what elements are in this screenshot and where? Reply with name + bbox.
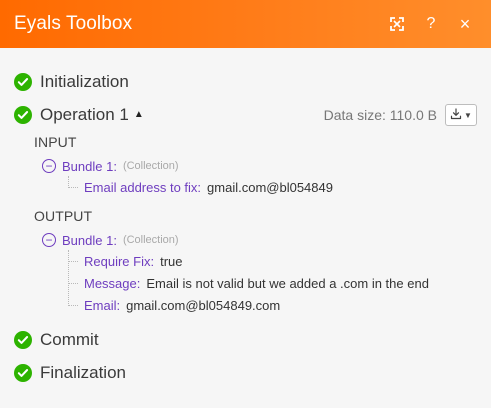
step-label: Initialization: [40, 72, 129, 91]
field-value: gmail.com@bl054849: [207, 179, 333, 195]
bundle-type: (Collection): [122, 234, 179, 246]
field-key: Email:: [84, 297, 121, 313]
minus-circle-icon[interactable]: −: [42, 159, 56, 173]
remaining-steps: Commit Finalization: [14, 326, 477, 387]
panel-title: Eyals Toolbox: [14, 13, 133, 34]
download-icon: [450, 107, 462, 123]
expand-icon[interactable]: [387, 14, 407, 34]
step-initialization: Initialization: [14, 68, 477, 96]
field-value: gmail.com@bl054849.com: [126, 297, 281, 313]
output-bundle: − Bundle 1: (Collection) Require Fix: tr…: [42, 230, 477, 316]
step-finalization: Finalization: [14, 359, 477, 387]
output-heading: OUTPUT: [34, 208, 93, 224]
minus-circle-icon[interactable]: −: [42, 233, 56, 247]
panel-header: Eyals Toolbox ? ×: [0, 0, 491, 48]
field-value: Email is not valid but we added a .com i…: [146, 275, 429, 291]
collapse-operation-icon[interactable]: ▲: [134, 109, 144, 120]
data-size: Data size: 110.0 B: [323, 107, 437, 123]
input-heading: INPUT: [34, 134, 77, 150]
download-button[interactable]: ▼: [445, 104, 477, 126]
field-key: Email address to fix:: [84, 179, 202, 195]
chevron-down-icon: ▼: [464, 110, 472, 120]
output-field-row: Require Fix: true: [68, 250, 477, 272]
field-value: true: [160, 253, 183, 269]
operation-row: Operation 1 ▲ Data size: 110.0 B ▼: [14, 101, 477, 129]
bundle-label: Bundle 1:: [62, 232, 117, 248]
check-circle-icon: [14, 331, 32, 349]
bundle-fields: Email address to fix: gmail.com@bl054849: [68, 176, 477, 198]
help-icon[interactable]: ?: [421, 14, 441, 34]
input-field-row: Email address to fix: gmail.com@bl054849: [68, 176, 477, 198]
check-circle-icon: [14, 364, 32, 382]
field-key: Message:: [84, 275, 141, 291]
operation-meta: Data size: 110.0 B ▼: [324, 104, 477, 126]
bundle-header: − Bundle 1: (Collection): [42, 156, 477, 176]
operation-title-group: Operation 1 ▲: [14, 105, 144, 125]
header-actions: ? ×: [387, 14, 475, 34]
bundle-label: Bundle 1:: [62, 158, 117, 174]
bundle-header: − Bundle 1: (Collection): [42, 230, 477, 250]
output-field-row: Email: gmail.com@bl054849.com: [68, 294, 477, 316]
step-label: Commit: [40, 330, 99, 349]
close-icon[interactable]: ×: [455, 14, 475, 34]
input-bundle: − Bundle 1: (Collection) Email address t…: [42, 156, 477, 198]
check-circle-icon: [14, 73, 32, 91]
output-field-row: Message: Email is not valid but we added…: [68, 272, 477, 294]
check-circle-icon: [14, 106, 32, 124]
step-label: Finalization: [40, 363, 126, 382]
operations-content: Initialization Operation 1 ▲ Data size: …: [0, 48, 491, 387]
bundle-fields: Require Fix: true Message: Email is not …: [68, 250, 477, 316]
toolbox-panel: Eyals Toolbox ? × Initialization Operati…: [0, 0, 491, 408]
step-commit: Commit: [14, 326, 477, 354]
bundle-type: (Collection): [122, 160, 179, 172]
operation-label: Operation 1: [40, 105, 129, 124]
field-key: Require Fix:: [84, 253, 155, 269]
